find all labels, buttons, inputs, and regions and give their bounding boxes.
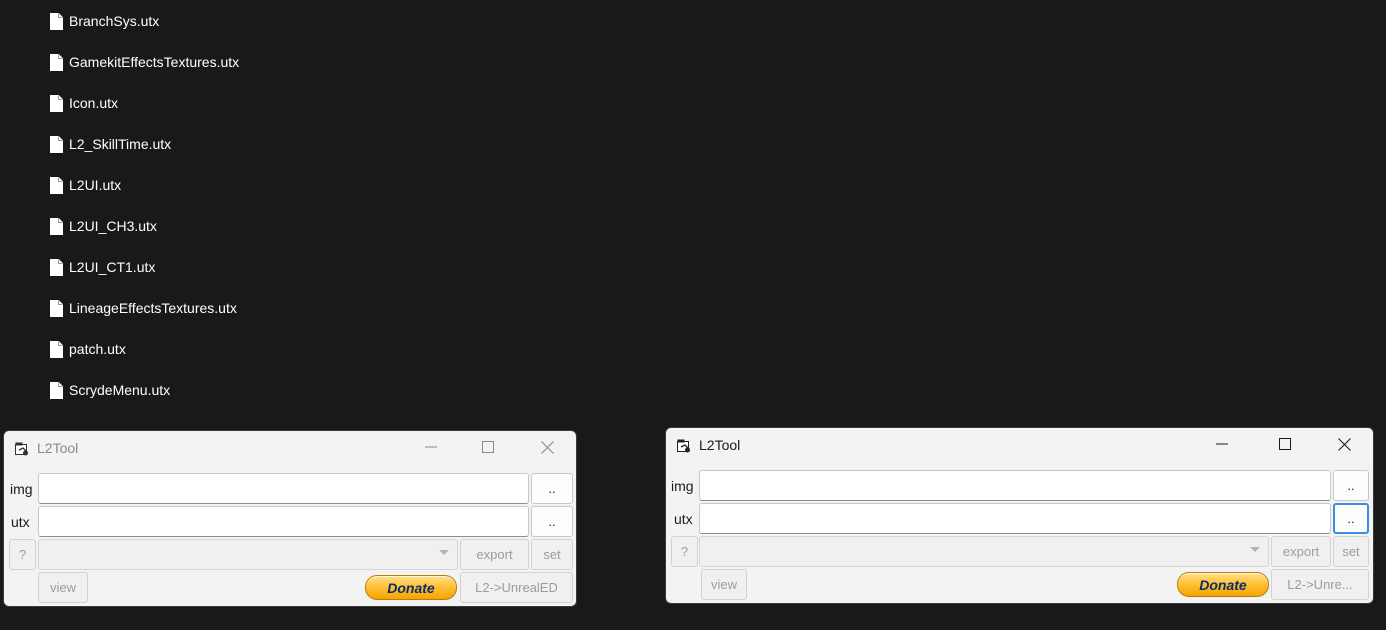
document-icon — [50, 258, 63, 276]
minimize-button[interactable] — [408, 431, 454, 463]
title-bar[interactable]: L2Tool — [666, 428, 1373, 462]
document-icon — [50, 217, 63, 235]
file-item[interactable]: ScrydeMenu.utx — [50, 379, 170, 401]
minimize-button[interactable] — [1199, 428, 1245, 460]
l2tool-window-inactive[interactable]: L2Tool img .. utx .. ? export set view D… — [3, 430, 577, 607]
close-button[interactable] — [1321, 428, 1367, 460]
maximize-button[interactable] — [1262, 428, 1308, 460]
close-button[interactable] — [524, 431, 570, 463]
window-title: L2Tool — [37, 440, 79, 456]
l2-to-unrealed-button[interactable]: L2->Unre... — [1271, 569, 1369, 600]
l2tool-window-active[interactable]: L2Tool img .. utx .. ? export set view D… — [665, 427, 1374, 604]
file-item[interactable]: GamekitEffectsTextures.utx — [50, 51, 239, 73]
file-name: L2UI.utx — [69, 177, 122, 193]
utx-path-input[interactable] — [38, 506, 529, 537]
l2-to-unrealed-button[interactable]: L2->UnrealED — [460, 572, 573, 603]
browse-img-button[interactable]: .. — [531, 473, 573, 504]
window-title: L2Tool — [699, 437, 741, 453]
document-icon — [50, 299, 63, 317]
document-icon — [50, 12, 63, 30]
file-item[interactable]: BranchSys.utx — [50, 10, 159, 32]
export-button[interactable]: export — [460, 539, 529, 570]
l2tool-app-icon — [15, 442, 28, 456]
chevron-down-icon — [1250, 547, 1260, 552]
img-path-input[interactable] — [699, 470, 1331, 501]
document-icon — [50, 381, 63, 399]
view-button[interactable]: view — [701, 569, 747, 600]
file-name: L2_SkillTime.utx — [69, 136, 172, 152]
export-button[interactable]: export — [1271, 536, 1331, 567]
utx-label: utx — [11, 514, 30, 530]
maximize-icon — [482, 441, 494, 453]
img-label: img — [10, 481, 33, 497]
help-button[interactable]: ? — [671, 536, 698, 567]
document-icon — [50, 53, 63, 71]
img-path-input[interactable] — [38, 473, 529, 504]
file-name: BranchSys.utx — [69, 13, 160, 29]
document-icon — [50, 176, 63, 194]
document-icon — [50, 135, 63, 153]
file-name: L2UI_CH3.utx — [69, 218, 157, 234]
document-icon — [50, 94, 63, 112]
file-name: patch.utx — [69, 341, 126, 357]
maximize-icon — [1279, 438, 1291, 450]
file-name: LineageEffectsTextures.utx — [69, 300, 237, 316]
l2tool-app-icon — [677, 439, 690, 453]
maximize-button[interactable] — [465, 431, 511, 463]
donate-button[interactable]: Donate — [365, 575, 457, 600]
file-item[interactable]: patch.utx — [50, 338, 126, 360]
file-item[interactable]: L2UI_CT1.utx — [50, 256, 155, 278]
browse-img-button[interactable]: .. — [1333, 470, 1369, 501]
browse-utx-button[interactable]: .. — [531, 506, 573, 537]
file-name: Icon.utx — [69, 95, 119, 111]
donate-button[interactable]: Donate — [1177, 572, 1269, 597]
file-name: GamekitEffectsTextures.utx — [69, 54, 240, 70]
file-name: L2UI_CT1.utx — [69, 259, 156, 275]
texture-select[interactable] — [699, 536, 1269, 567]
file-item[interactable]: L2UI.utx — [50, 174, 121, 196]
document-icon — [50, 340, 63, 358]
utx-label: utx — [674, 511, 693, 527]
minimize-icon — [1216, 443, 1228, 445]
minimize-icon — [425, 446, 437, 448]
help-button[interactable]: ? — [9, 539, 36, 570]
set-button[interactable]: set — [1333, 536, 1369, 567]
view-button[interactable]: view — [38, 572, 88, 603]
file-item[interactable]: Icon.utx — [50, 92, 118, 114]
file-name: ScrydeMenu.utx — [69, 382, 171, 398]
texture-select[interactable] — [38, 539, 458, 570]
browse-utx-button[interactable]: .. — [1333, 503, 1369, 534]
close-icon — [540, 440, 554, 454]
close-icon — [1337, 437, 1351, 451]
title-bar[interactable]: L2Tool — [4, 431, 576, 465]
file-item[interactable]: L2UI_CH3.utx — [50, 215, 157, 237]
chevron-down-icon — [439, 550, 449, 555]
set-button[interactable]: set — [531, 539, 573, 570]
utx-path-input[interactable] — [699, 503, 1331, 534]
file-item[interactable]: LineageEffectsTextures.utx — [50, 297, 237, 319]
file-item[interactable]: L2_SkillTime.utx — [50, 133, 171, 155]
img-label: img — [671, 478, 694, 494]
